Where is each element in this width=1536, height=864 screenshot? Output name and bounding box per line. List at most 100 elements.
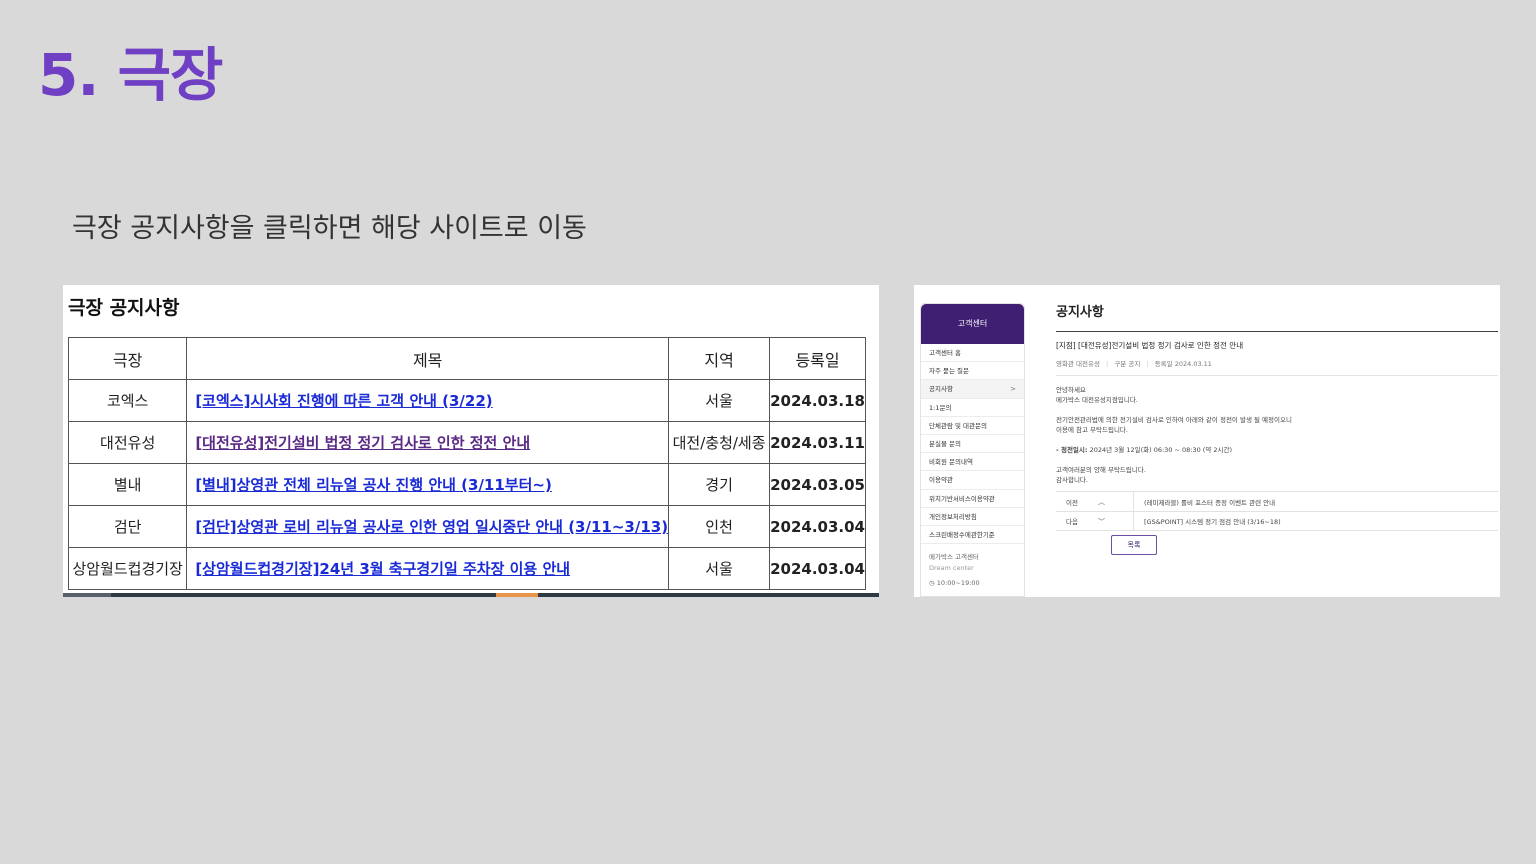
sidebar-item-label: 공지사항: [929, 385, 953, 394]
sidebar-item-label: 분실물 문의: [929, 439, 961, 448]
date-cell: 2024.03.04: [769, 547, 866, 590]
notice-table-panel: 극장 공지사항 극장 제목 지역 등록일 코엑스 [코엑스]시사회 진행에 따른…: [63, 285, 879, 597]
sidebar-item-label: 위치기반서비스이용약관: [929, 494, 995, 503]
meta-type: 공지: [1128, 360, 1141, 368]
theater-cell: 대전유성: [67, 421, 188, 464]
notice-detail: 공지사항 [지점] [대전유성]전기설비 법정 정기 검사로 인한 정전 안내 …: [1056, 301, 1498, 531]
region-cell: 서울: [668, 379, 771, 422]
date-cell: 2024.03.11: [769, 421, 866, 464]
notice-body: 안녕하세요 메가박스 대전유성지점입니다. 전기안전관리법에 의한 전기설비 검…: [1056, 385, 1498, 485]
taskbar-accent: [496, 593, 538, 597]
table-row: 상암월드컵경기장 [상암월드컵경기장]24년 3월 축구경기일 주차장 이용 안…: [67, 547, 866, 590]
title-divider: [1056, 331, 1498, 332]
notice-link[interactable]: [대전유성]전기설비 법정 정기 검사로 인한 정전 안내: [195, 434, 530, 452]
table-row: 별내 [별내]상영관 전체 리뉴얼 공사 진행 안내 (3/11부터~) 경기 …: [67, 463, 866, 506]
date-cell: 2024.03.05: [769, 463, 866, 506]
sidebar-item-inquiry[interactable]: 1:1문의: [921, 399, 1024, 417]
slide-title: 5. 극장: [38, 41, 223, 109]
closing-line: 고객여러분의 양해 부탁드립니다.: [1056, 466, 1146, 474]
meta-date: 2024.03.11: [1174, 360, 1212, 368]
notice-meta: 영화관 대전유성 | 구분 공지 | 등록일 2024.03.11: [1056, 358, 1498, 368]
column-header-date: 등록일: [769, 337, 866, 380]
sidebar-item-faq[interactable]: 자주 묻는 질문: [921, 362, 1024, 381]
sidebar-item-location-terms[interactable]: 위치기반서비스이용약관: [921, 490, 1024, 508]
sidebar-item-group-booking[interactable]: 단체관람 및 대관문의: [921, 417, 1024, 435]
theater-cell: 코엑스: [67, 379, 188, 422]
next-notice-link[interactable]: [GS&POINT] 시스템 정기 점검 안내 (3/16~18): [1134, 516, 1281, 526]
customer-center-info: 메가박스 고객센터 Dream center ◷ 10:00~19:00: [921, 544, 1024, 597]
sidebar-item-label: 단체관람 및 대관문의: [929, 421, 987, 430]
notice-table: 극장 제목 지역 등록일 코엑스 [코엑스]시사회 진행에 따른 고객 안내 (…: [67, 337, 866, 590]
taskbar-segment: [63, 593, 111, 597]
chevron-up-icon: ︿: [1098, 492, 1134, 511]
site-preview-panel: 고객센터 고객센터 홈 자주 묻는 질문 공지사항 > 1:1문의 단체관람 및 …: [914, 285, 1500, 597]
table-row: 대전유성 [대전유성]전기설비 법정 정기 검사로 인한 정전 안내 대전/충청…: [67, 421, 866, 464]
theater-cell: 상암월드컵경기장: [67, 547, 188, 590]
sidebar-item-label: 1:1문의: [929, 403, 952, 412]
column-header-region: 지역: [668, 337, 771, 380]
taskbar-strip: [63, 593, 879, 597]
sidebar-item-lost-found[interactable]: 분실물 문의: [921, 435, 1024, 454]
body-line: 전기안전관리법에 의한 전기설비 검사로 인하여 아래와 같이 정전이 발생 될…: [1056, 416, 1292, 424]
greeting-line: 메가박스 대전유성지점입니다.: [1056, 396, 1138, 404]
prev-next-nav: 이전 ︿ (레미제라블) 롤비 포스터 증정 이벤트 관련 안내 다음 ﹀ [G…: [1056, 491, 1498, 531]
region-cell: 서울: [668, 547, 771, 590]
meta-divider: [1056, 375, 1498, 376]
clock-icon: ◷: [929, 579, 935, 588]
region-cell: 대전/충청/세종: [668, 421, 771, 464]
slide-subtitle: 극장 공지사항을 클릭하면 해당 사이트로 이동: [72, 213, 587, 244]
sidebar-item-notices[interactable]: 공지사항 >: [921, 380, 1024, 399]
table-row: 검단 [검단]상영관 로비 리뉴얼 공사로 인한 영업 일시중단 안내 (3/1…: [67, 505, 866, 548]
meta-type-label: 구분: [1114, 360, 1127, 368]
region-cell: 인천: [668, 505, 771, 548]
sidebar-item-label: 고객센터 홈: [929, 349, 961, 357]
prev-notice-link[interactable]: (레미제라블) 롤비 포스터 증정 이벤트 관련 안내: [1134, 497, 1275, 507]
cs-hours: 10:00~19:00: [936, 579, 980, 588]
theater-cell: 검단: [67, 505, 188, 548]
notice-link[interactable]: [코엑스]시사회 진행에 따른 고객 안내 (3/22): [195, 392, 492, 410]
meta-date-label: 등록일: [1154, 360, 1173, 368]
outage-value: 2024년 3월 12일(화) 06:30 ~ 08:30 (약 2시간): [1089, 446, 1233, 454]
sidebar-item-home[interactable]: 고객센터 홈: [921, 344, 1024, 363]
next-label: 다음: [1066, 518, 1078, 526]
sidebar-item-privacy[interactable]: 개인정보처리방침: [921, 508, 1024, 526]
table-row: 코엑스 [코엑스]시사회 진행에 따른 고객 안내 (3/22) 서울 2024…: [67, 379, 866, 422]
column-header-title: 제목: [186, 337, 670, 380]
meta-theater: 대전유성: [1076, 360, 1100, 368]
next-notice-row[interactable]: 다음 ﹀ [GS&POINT] 시스템 정기 점검 안내 (3/16~18): [1056, 511, 1498, 531]
outage-label: - 정전일시:: [1056, 446, 1088, 454]
sidebar-item-label: 이용약관: [929, 476, 953, 485]
column-header-theater: 극장: [67, 337, 188, 380]
notice-link[interactable]: [별내]상영관 전체 리뉴얼 공사 진행 안내 (3/11부터~): [195, 476, 552, 494]
prev-label: 이전: [1066, 498, 1078, 507]
sidebar-item-label: 자주 묻는 질문: [929, 367, 970, 376]
date-cell: 2024.03.04: [769, 505, 866, 548]
table-header-row: 극장 제목 지역 등록일: [67, 337, 866, 380]
body-line: 이용에 참고 부탁드립니다.: [1056, 426, 1128, 434]
list-button[interactable]: 목록: [1111, 535, 1157, 555]
meta-separator: |: [1146, 360, 1149, 368]
cs-title: 메가박스 고객센터: [929, 553, 979, 562]
theater-cell: 별내: [67, 463, 188, 506]
sidebar-item-label: 비회원 문의내역: [929, 458, 973, 467]
sidebar-item-guest-inquiries[interactable]: 비회원 문의내역: [921, 453, 1024, 472]
notice-link[interactable]: [검단]상영관 로비 리뉴얼 공사로 인한 영업 일시중단 안내 (3/11~3…: [195, 518, 668, 536]
notice-title: [지점] [대전유성]전기설비 법정 정기 검사로 인한 정전 안내: [1056, 341, 1244, 350]
meta-theater-label: 영화관: [1056, 360, 1074, 368]
chevron-right-icon: >: [1010, 385, 1016, 394]
greeting-line: 안녕하세요: [1056, 386, 1086, 394]
sidebar-header: 고객센터: [921, 304, 1024, 344]
sidebar-item-label: 개인정보처리방침: [929, 512, 977, 521]
notice-table-heading: 극장 공지사항: [68, 297, 180, 319]
cs-subtitle: Dream center: [929, 564, 974, 573]
closing-line: 감사합니다.: [1056, 476, 1088, 484]
sidebar-item-label: 스크린배정수에관한기준: [929, 530, 995, 539]
date-cell: 2024.03.18: [769, 379, 866, 422]
region-cell: 경기: [668, 463, 771, 506]
notice-link[interactable]: [상암월드컵경기장]24년 3월 축구경기일 주차장 이용 안내: [195, 560, 570, 578]
sidebar-item-screen-criteria[interactable]: 스크린배정수에관한기준: [921, 526, 1024, 545]
chevron-down-icon: ﹀: [1098, 512, 1134, 530]
prev-notice-row[interactable]: 이전 ︿ (레미제라블) 롤비 포스터 증정 이벤트 관련 안내: [1056, 491, 1498, 511]
meta-separator: |: [1106, 360, 1109, 368]
sidebar-item-terms[interactable]: 이용약관: [921, 471, 1024, 490]
